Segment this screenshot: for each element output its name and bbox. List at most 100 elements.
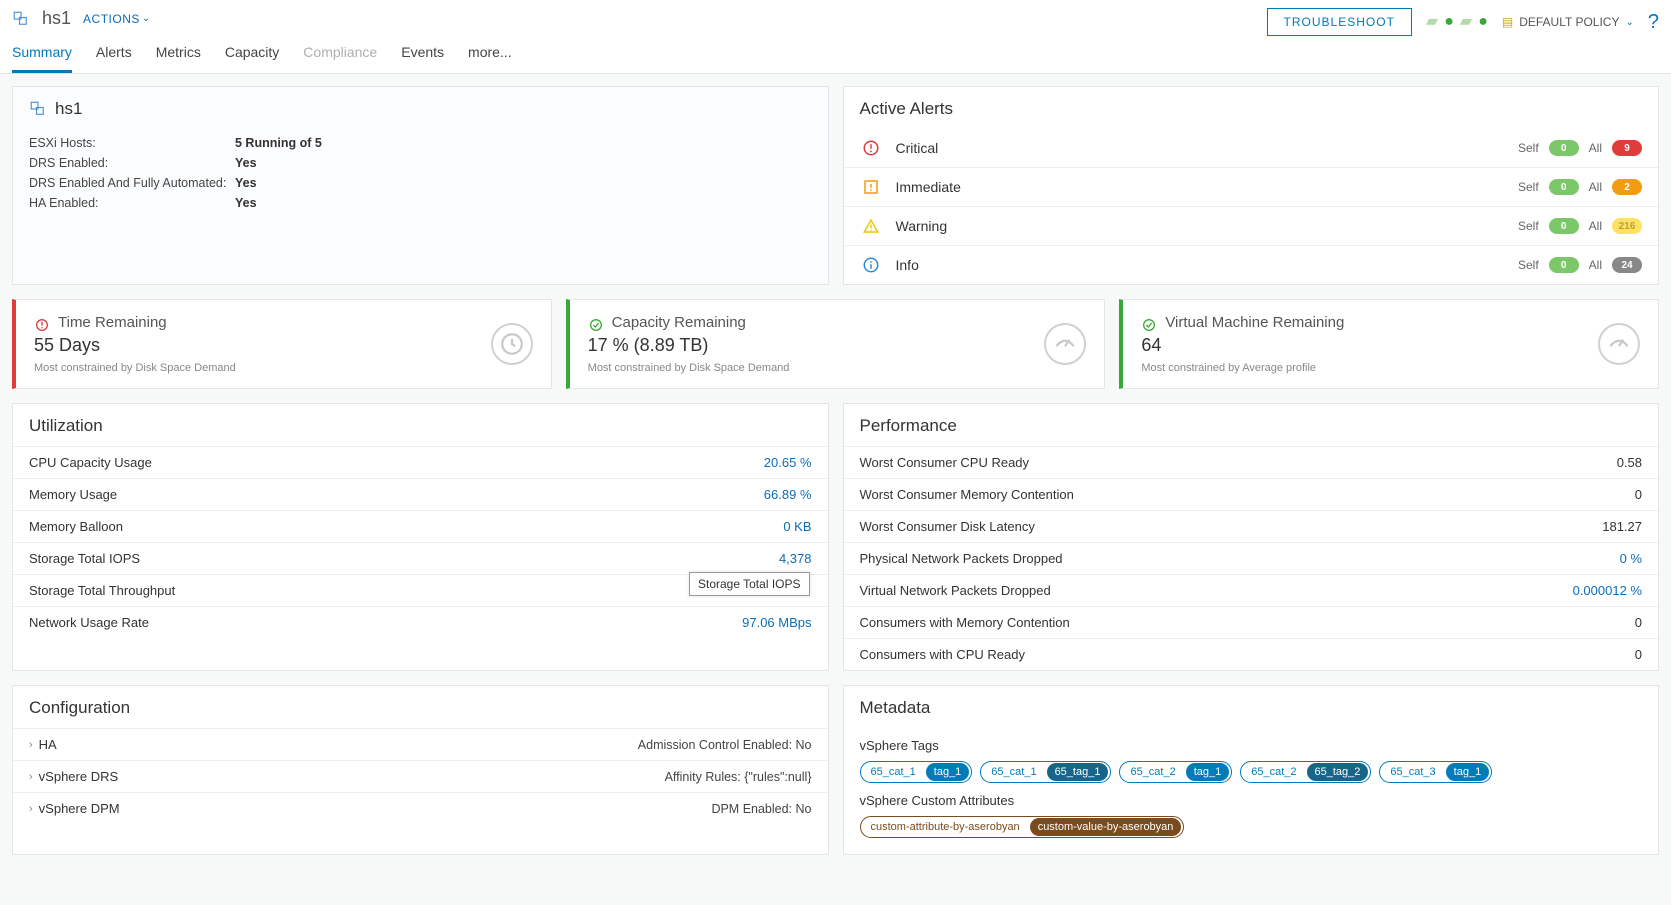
metric-row[interactable]: Consumers with Memory Contention0 — [844, 606, 1659, 638]
tag-label: 65_cat_1 — [861, 763, 926, 781]
tab-alerts[interactable]: Alerts — [96, 36, 132, 73]
tab-events[interactable]: Events — [401, 36, 444, 73]
troubleshoot-button[interactable]: TROUBLESHOOT — [1267, 8, 1412, 36]
tag-chip[interactable]: 65_cat_1tag_1 — [860, 761, 973, 783]
tag-label: 65_cat_1 — [981, 763, 1046, 781]
tag-value: tag_1 — [1446, 763, 1490, 781]
alert-label: Critical — [896, 140, 1518, 156]
tag-chip[interactable]: 65_cat_3tag_1 — [1379, 761, 1492, 783]
capacity-value: 55 Days — [34, 335, 236, 356]
metric-value: 97.06 MBps — [742, 615, 811, 630]
alert-all-count: 216 — [1612, 218, 1642, 234]
metric-row[interactable]: Storage Total IOPS4,378 — [13, 542, 828, 574]
prop-label: ESXi Hosts: — [29, 136, 229, 150]
metric-value: 4,378 — [779, 551, 812, 566]
metric-row[interactable]: CPU Capacity Usage20.65 % — [13, 446, 828, 478]
tag-chip[interactable]: 65_cat_165_tag_1 — [980, 761, 1111, 783]
metadata-subheading-tags: vSphere Tags — [860, 728, 1643, 761]
utilization-panel: Utilization CPU Capacity Usage20.65 %Mem… — [12, 403, 829, 671]
prop-value: Yes — [235, 156, 257, 170]
clock-icon — [491, 323, 533, 365]
info-icon — [860, 256, 882, 274]
config-row[interactable]: › HA Admission Control Enabled: No — [13, 728, 828, 760]
alert-all-label: All — [1589, 141, 1602, 155]
metric-row[interactable]: Consumers with CPU Ready0 — [844, 638, 1659, 670]
capacity-note: Most constrained by Average profile — [1141, 362, 1344, 374]
chevron-down-icon: ⌄ — [1625, 17, 1633, 28]
capacity-title: Time Remaining — [58, 314, 167, 331]
config-row[interactable]: ›vSphere DPMDPM Enabled: No — [13, 792, 828, 824]
health-badge-4[interactable]: ● — [1478, 14, 1488, 30]
capacity-card[interactable]: Virtual Machine Remaining 64 Most constr… — [1119, 299, 1659, 389]
health-badge-3[interactable]: ▰ — [1460, 14, 1472, 30]
tab-summary[interactable]: Summary — [12, 36, 72, 73]
capacity-title: Capacity Remaining — [612, 314, 746, 331]
metric-value: 0 % — [1620, 551, 1642, 566]
expand-icon[interactable]: › — [29, 803, 33, 815]
capacity-card[interactable]: Capacity Remaining 17 % (8.89 TB) Most c… — [566, 299, 1106, 389]
tag-label: 65_cat_2 — [1241, 763, 1306, 781]
alert-all-label: All — [1589, 180, 1602, 194]
metric-label: Storage Total Throughput — [29, 583, 175, 598]
capacity-note: Most constrained by Disk Space Demand — [34, 362, 236, 374]
config-name: HA — [39, 737, 57, 752]
tab-capacity[interactable]: Capacity — [225, 36, 279, 73]
metric-value: 0.000012 % — [1573, 583, 1642, 598]
metric-row[interactable]: Physical Network Packets Dropped 0 % — [844, 542, 1659, 574]
gauge-icon — [1044, 323, 1086, 365]
metric-label: Worst Consumer CPU Ready — [860, 455, 1030, 470]
metric-row[interactable]: Worst Consumer Memory Contention0 — [844, 478, 1659, 510]
metric-label: Virtual Network Packets Dropped — [860, 583, 1051, 598]
metric-row[interactable]: Network Usage Rate97.06 MBps — [13, 606, 828, 638]
capacity-value: 17 % (8.89 TB) — [588, 335, 790, 356]
metric-value: 0 KB — [783, 519, 811, 534]
tag-value: custom-value-by-aserobyan — [1030, 818, 1182, 836]
metric-row[interactable]: Worst Consumer CPU Ready0.58 — [844, 446, 1659, 478]
config-row[interactable]: ›vSphere DRSAffinity Rules: {"rules":nul… — [13, 760, 828, 792]
metric-label: Memory Usage — [29, 487, 117, 502]
config-name: vSphere DRS — [39, 769, 118, 784]
alert-row-critical[interactable]: Critical Self 0 All 9 — [844, 129, 1659, 167]
tag-label: 65_cat_3 — [1380, 763, 1445, 781]
metric-row[interactable]: Worst Consumer Disk Latency181.27 — [844, 510, 1659, 542]
expand-icon[interactable]: › — [29, 771, 33, 783]
tag-chip[interactable]: 65_cat_265_tag_2 — [1240, 761, 1371, 783]
metric-row[interactable]: Memory Balloon0 KB — [13, 510, 828, 542]
cluster-icon — [12, 10, 30, 28]
help-icon[interactable]: ? — [1648, 11, 1659, 34]
tag-label: 65_cat_2 — [1120, 763, 1185, 781]
tab-metrics[interactable]: Metrics — [156, 36, 201, 73]
metric-label: Worst Consumer Disk Latency — [860, 519, 1035, 534]
health-badge-2[interactable]: ● — [1444, 14, 1454, 30]
metric-row[interactable]: Memory Usage66.89 % — [13, 478, 828, 510]
capacity-card[interactable]: Time Remaining 55 Days Most constrained … — [12, 299, 552, 389]
prop-label: DRS Enabled: — [29, 156, 229, 170]
panel-title: Configuration — [13, 686, 828, 718]
expand-icon[interactable]: › — [29, 739, 33, 751]
metric-label: Physical Network Packets Dropped — [860, 551, 1063, 566]
cluster-title: hs1 — [42, 8, 71, 29]
policy-selector[interactable]: ▤ DEFAULT POLICY ⌄ — [1502, 15, 1634, 29]
config-detail: Admission Control Enabled: No — [638, 738, 812, 752]
cluster-icon — [29, 100, 47, 118]
metric-label: CPU Capacity Usage — [29, 455, 152, 470]
alert-self-label: Self — [1518, 180, 1539, 194]
alert-all-count: 24 — [1612, 257, 1642, 273]
alert-row-warning[interactable]: Warning Self 0 All 216 — [844, 206, 1659, 245]
alert-label: Info — [896, 257, 1518, 273]
summary-title: hs1 — [55, 99, 82, 119]
alert-row-info[interactable]: Info Self 0 All 24 — [844, 245, 1659, 284]
status-icon — [34, 317, 50, 333]
metric-row[interactable]: Virtual Network Packets Dropped 0.000012 … — [844, 574, 1659, 606]
alert-row-immediate[interactable]: Immediate Self 0 All 2 — [844, 167, 1659, 206]
summary-properties-panel: hs1 ESXi Hosts:5 Running of 5DRS Enabled… — [12, 86, 829, 285]
tag-chip[interactable]: custom-attribute-by-aserobyancustom-valu… — [860, 816, 1185, 838]
alert-self-count: 0 — [1549, 140, 1579, 156]
configuration-panel: Configuration › HA Admission Control Enabl… — [12, 685, 829, 855]
alert-self-label: Self — [1518, 258, 1539, 272]
tab-more-[interactable]: more... — [468, 36, 512, 73]
health-badge-1[interactable]: ▰ — [1426, 14, 1438, 30]
metric-row[interactable]: Storage Total Throughput — [13, 574, 828, 606]
actions-dropdown[interactable]: ACTIONS⌄ — [83, 12, 151, 26]
tag-chip[interactable]: 65_cat_2tag_1 — [1119, 761, 1232, 783]
